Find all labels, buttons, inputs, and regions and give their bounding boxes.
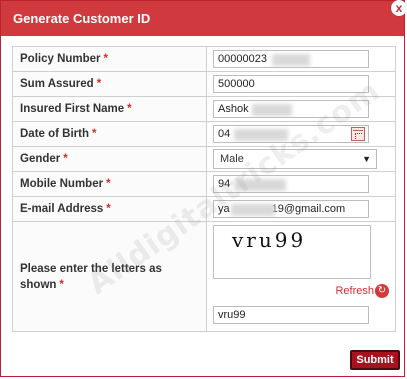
captcha-image-text: vru99 (232, 228, 307, 252)
redacted-mask (234, 129, 288, 141)
dialog-title: Generate Customer ID (13, 11, 151, 26)
refresh-row: Refresh ↻ (213, 284, 389, 302)
redacted-mask (252, 104, 292, 116)
redacted-mask (234, 179, 286, 191)
gender-label: Gender (20, 153, 61, 165)
redacted-mask (272, 54, 310, 66)
form-row-captcha: Please enter the letters as shown * vru99… (12, 221, 396, 332)
refresh-icon[interactable]: ↻ (375, 284, 389, 298)
first-name-label: Insured First Name (20, 103, 125, 115)
submit-button[interactable]: Submit (350, 350, 400, 370)
form-row-first-name: Insured First Name * Ashok (12, 96, 396, 122)
refresh-link[interactable]: Refresh (335, 285, 374, 297)
generate-customer-id-dialog: Generate Customer ID Policy Number * 0000… (0, 0, 405, 377)
form-row-policy-number: Policy Number * 00000023 (12, 46, 396, 72)
form-row-gender: Gender * Male ▼ (12, 146, 396, 172)
mobile-input[interactable]: 94 (213, 175, 369, 193)
captcha-input[interactable]: vru99 (213, 306, 369, 324)
required-mark: * (59, 278, 64, 291)
required-mark: * (92, 128, 97, 140)
captcha-image: vru99 (213, 225, 371, 279)
dropdown-arrow-icon: ▼ (362, 154, 371, 164)
dob-input[interactable]: 04 (213, 125, 369, 143)
required-mark: * (127, 103, 132, 115)
captcha-label: Please enter the letters as shown (20, 262, 162, 291)
form-row-email: E-mail Address * ya 19@gmail.com (12, 196, 396, 222)
form-row-mobile: Mobile Number * 94 (12, 171, 396, 197)
required-mark: * (63, 153, 68, 165)
mobile-label: Mobile Number (20, 178, 104, 190)
dialog-titlebar: Generate Customer ID (1, 1, 404, 36)
required-mark: * (96, 78, 102, 90)
policy-number-input[interactable]: 00000023 (213, 50, 369, 68)
customer-id-form: Policy Number * 00000023 Sum Assured * 500… (12, 46, 396, 332)
first-name-input[interactable]: Ashok (213, 100, 369, 118)
required-mark: * (106, 203, 111, 215)
sum-assured-input[interactable]: 500000 (213, 75, 369, 93)
dob-label: Date of Birth (20, 128, 89, 140)
required-mark: * (103, 53, 109, 65)
form-row-sum-assured: Sum Assured * 500000 (12, 71, 396, 97)
calendar-icon[interactable] (351, 127, 365, 141)
email-label: E-mail Address (20, 203, 104, 215)
form-row-dob: Date of Birth * 04 (12, 121, 396, 147)
redacted-mask (231, 204, 275, 216)
gender-select[interactable]: Male ▼ (213, 149, 377, 169)
close-icon[interactable]: x (391, 0, 407, 16)
required-mark: * (106, 178, 111, 190)
sum-assured-label: Sum Assured (20, 78, 94, 90)
email-input[interactable]: ya 19@gmail.com (213, 200, 369, 218)
policy-number-label: Policy Number (20, 53, 101, 65)
